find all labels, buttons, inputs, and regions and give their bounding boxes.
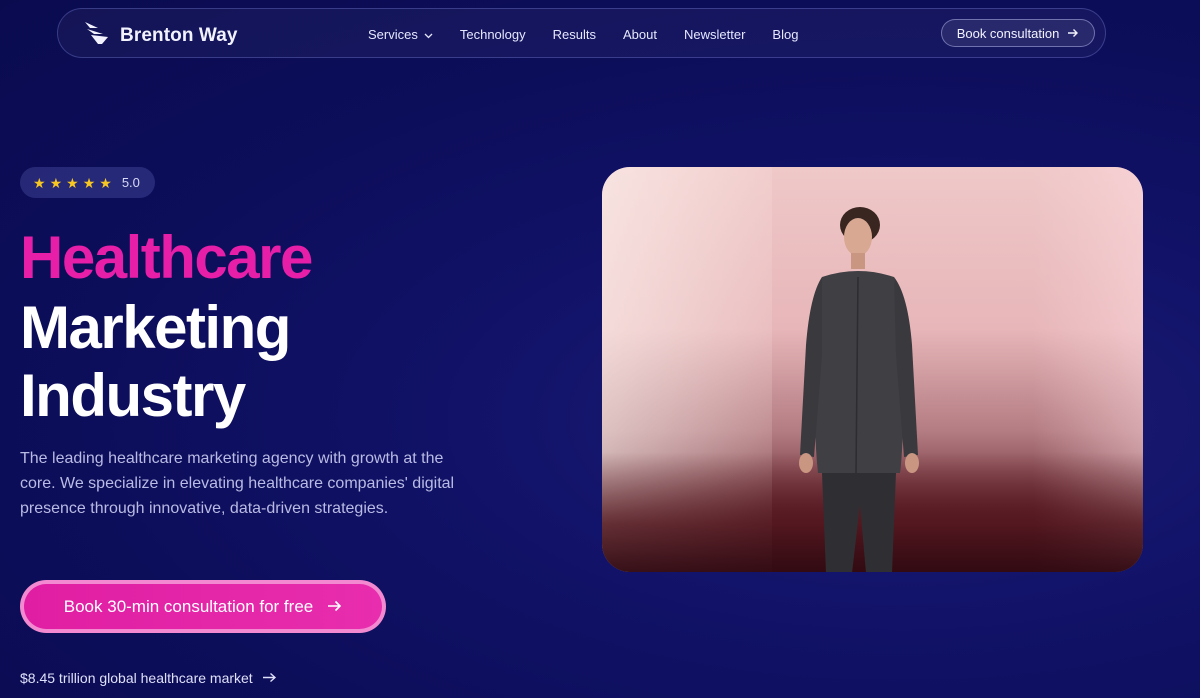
- market-link-label: $8.45 trillion global healthcare market: [20, 670, 253, 686]
- nav-item-services[interactable]: Services: [368, 27, 433, 42]
- hero-cta-wrapper: Book 30-min consultation for free: [20, 580, 386, 633]
- nav-item-blog[interactable]: Blog: [772, 27, 798, 42]
- arrow-right-icon: [1067, 26, 1079, 41]
- star-icon: ★: [49, 174, 63, 191]
- top-nav: Brenton Way Services Technology Results …: [57, 8, 1106, 58]
- hero-description: The leading healthcare marketing agency …: [20, 450, 455, 517]
- nav-item-label: Blog: [772, 26, 799, 42]
- nav-links: Services Technology Results About Newsle…: [368, 9, 825, 59]
- nav-item-technology[interactable]: Technology: [460, 27, 526, 42]
- market-link[interactable]: $8.45 trillion global healthcare market: [20, 670, 277, 686]
- woman-in-suit-figure: [799, 207, 919, 572]
- nav-item-label: Newsletter: [683, 26, 746, 42]
- brand-logo[interactable]: Brenton Way: [84, 20, 238, 51]
- nav-item-label: Technology: [459, 26, 526, 42]
- nav-item-label: Services: [368, 26, 418, 42]
- star-icon: ★: [99, 174, 112, 191]
- rating-value: 5.0: [121, 175, 140, 190]
- star-icon: ★: [82, 174, 96, 191]
- hero-title-line1: Healthcare: [20, 224, 313, 291]
- hero-image: [602, 167, 1143, 572]
- wing-logo-icon: [84, 20, 112, 51]
- hero-title-line3: Industry: [20, 362, 246, 429]
- book-consultation-button[interactable]: Book consultation: [941, 19, 1095, 47]
- arrow-right-icon: [262, 670, 277, 686]
- nav-item-about[interactable]: About: [623, 27, 657, 42]
- rating-badge: ★ ★ ★ ★ ★ 5.0: [20, 167, 155, 198]
- star-icon: ★: [66, 174, 79, 191]
- arrow-right-icon: [327, 597, 342, 617]
- nav-item-newsletter[interactable]: Newsletter: [684, 27, 745, 42]
- chevron-down-icon: [424, 27, 433, 42]
- nav-item-results[interactable]: Results: [553, 27, 596, 42]
- book-consultation-label: Book consultation: [956, 25, 1060, 41]
- hero-title-line2: Marketing: [20, 294, 291, 361]
- nav-item-label: About: [623, 26, 657, 42]
- nav-item-label: Results: [552, 26, 596, 42]
- brand-name: Brenton Way: [120, 24, 238, 46]
- hero-cta-label: Book 30-min consultation for free: [63, 596, 314, 616]
- book-free-consultation-button[interactable]: Book 30-min consultation for free: [24, 584, 382, 629]
- star-icon: ★: [33, 174, 46, 191]
